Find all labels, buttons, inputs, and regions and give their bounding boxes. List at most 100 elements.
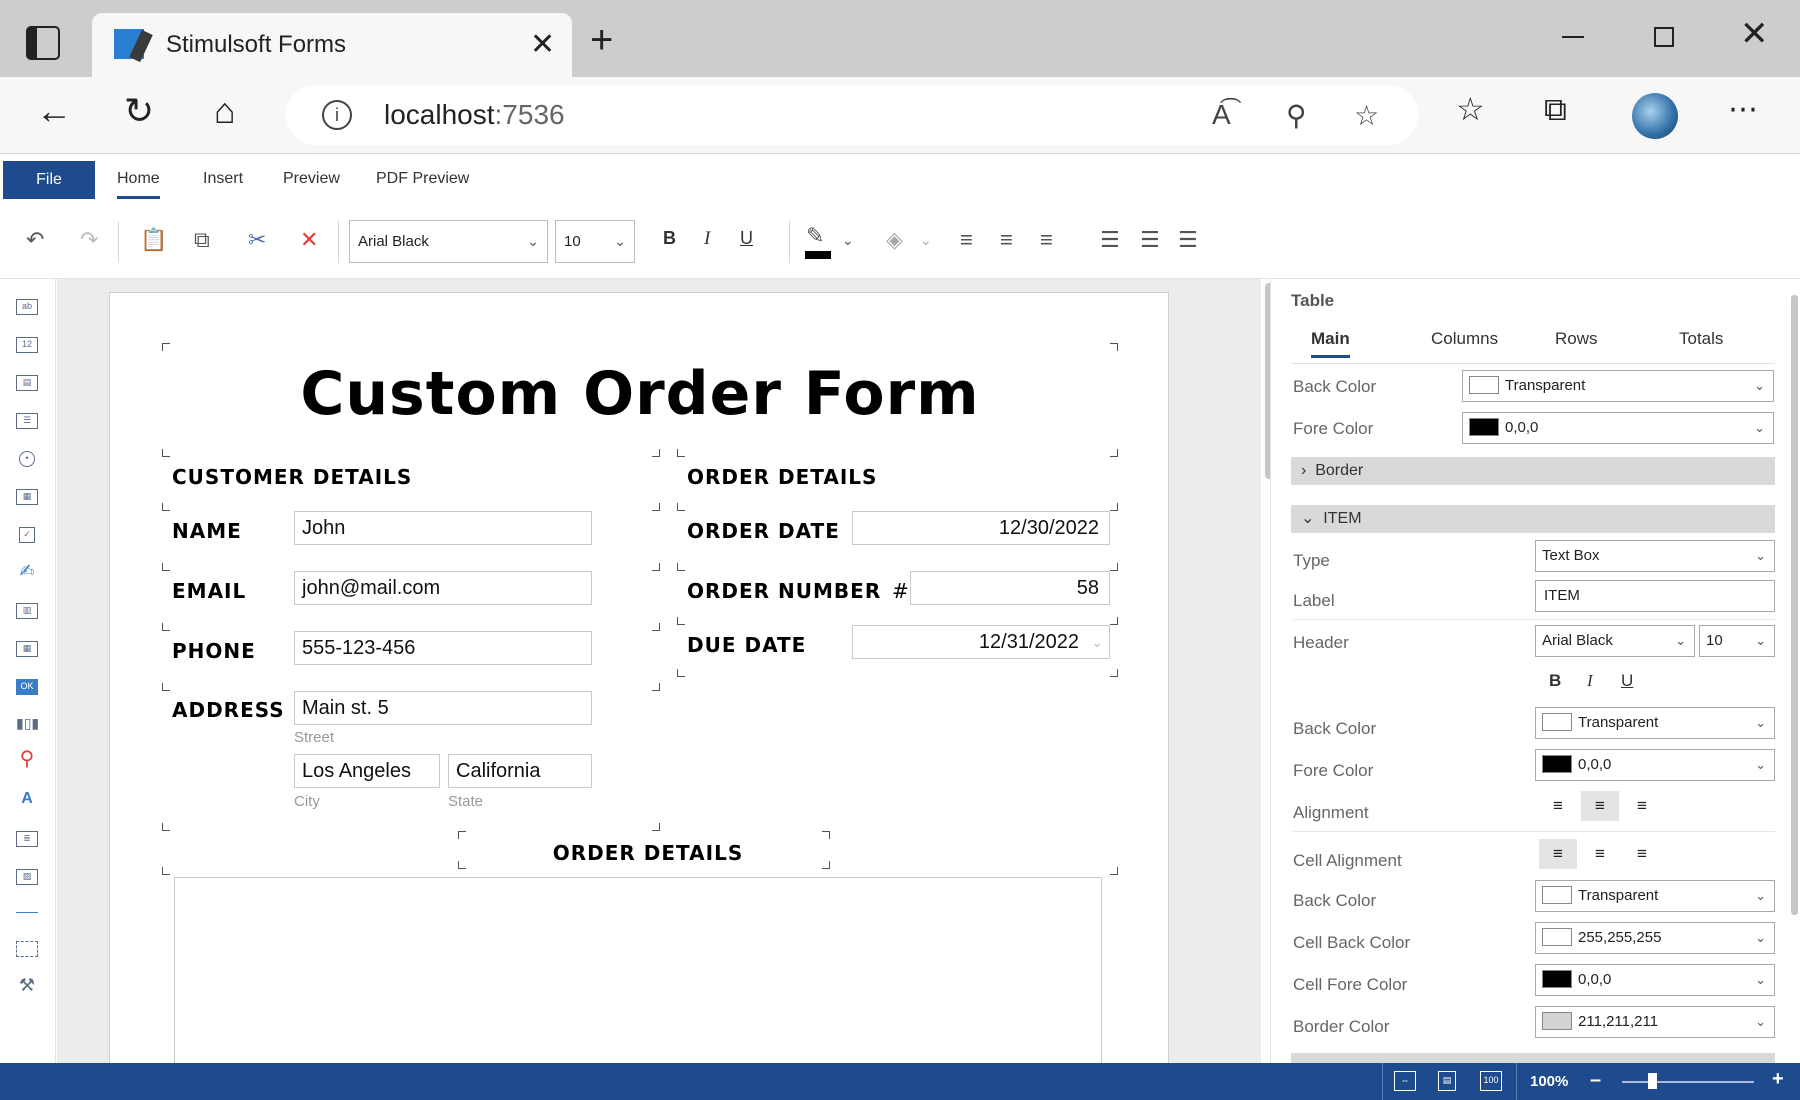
delete-icon[interactable]: ✕ bbox=[300, 229, 318, 251]
align-right-icon[interactable]: ≡ bbox=[1040, 229, 1053, 251]
design-canvas[interactable]: Custom Order Form CUSTOMER DETAILS ORDER… bbox=[57, 279, 1261, 1063]
form-title[interactable]: Custom Order Form bbox=[110, 359, 1170, 429]
textbox-component-icon[interactable]: ab bbox=[16, 299, 38, 315]
cell-fore-color-select[interactable]: 0,0,0 ⌄ bbox=[1535, 964, 1775, 996]
header-size-select[interactable]: 10 ⌄ bbox=[1699, 625, 1775, 657]
header-align-left-icon[interactable]: ≡ bbox=[1539, 791, 1577, 821]
cell-back-select[interactable]: Transparent ⌄ bbox=[1535, 880, 1775, 912]
add-favorite-icon[interactable]: ☆ bbox=[1354, 99, 1379, 132]
header-fore-color-select[interactable]: 0,0,0 ⌄ bbox=[1535, 749, 1775, 781]
list-component-icon[interactable]: ☰ bbox=[16, 413, 38, 429]
line-component-icon[interactable] bbox=[16, 912, 38, 914]
type-select[interactable]: Text Box ⌄ bbox=[1535, 540, 1775, 572]
combobox-component-icon[interactable]: ▦ bbox=[16, 489, 38, 505]
name-field[interactable]: John bbox=[294, 511, 592, 545]
url-text[interactable]: localhost:7536 bbox=[384, 99, 565, 131]
font-family-select[interactable]: Arial Black ⌄ bbox=[349, 220, 548, 263]
fore-color-icon[interactable]: ✎ bbox=[806, 225, 824, 247]
header-align-right-icon[interactable]: ≡ bbox=[1623, 791, 1661, 821]
tab-columns[interactable]: Columns bbox=[1431, 329, 1498, 349]
valign-top-icon[interactable]: ☰ bbox=[1100, 229, 1120, 251]
home-icon[interactable]: ⌂ bbox=[214, 93, 236, 129]
maximize-icon[interactable] bbox=[1654, 27, 1674, 47]
header-bold-button[interactable]: B bbox=[1549, 671, 1561, 691]
header-align-center-icon[interactable]: ≡ bbox=[1581, 791, 1619, 821]
undo-icon[interactable]: ↶ bbox=[26, 229, 44, 251]
order-date-field[interactable]: 12/30/2022 bbox=[852, 511, 1110, 545]
order-table[interactable] bbox=[174, 877, 1102, 1063]
due-date-picker[interactable]: 12/31/2022 ⌄ bbox=[852, 625, 1110, 659]
radio-component-icon[interactable]: • bbox=[19, 451, 35, 467]
fore-color-select[interactable]: 0,0,0 ⌄ bbox=[1462, 412, 1774, 444]
item-group-header[interactable]: ⌄ ITEM bbox=[1291, 505, 1775, 533]
profile-avatar[interactable] bbox=[1632, 93, 1678, 139]
chevron-down-icon[interactable]: ⌄ bbox=[920, 233, 932, 247]
tab-totals[interactable]: Totals bbox=[1679, 329, 1723, 349]
header-back-color-select[interactable]: Transparent ⌄ bbox=[1535, 707, 1775, 739]
phone-field[interactable]: 555-123-456 bbox=[294, 631, 592, 665]
rich-text-component-icon[interactable]: ≣ bbox=[16, 831, 38, 847]
chevron-down-icon[interactable]: ⌄ bbox=[842, 233, 854, 247]
next-group-header[interactable] bbox=[1291, 1053, 1775, 1063]
cell-align-center-icon[interactable]: ≡ bbox=[1581, 839, 1619, 869]
grid-component-icon[interactable]: ▥ bbox=[16, 603, 38, 619]
redo-icon[interactable]: ↷ bbox=[80, 229, 98, 251]
number-box-component-icon[interactable]: 12 bbox=[16, 337, 38, 353]
zoom-slider[interactable] bbox=[1622, 1081, 1754, 1083]
underline-button[interactable]: U bbox=[740, 229, 753, 247]
font-size-select[interactable]: 10 ⌄ bbox=[555, 220, 635, 263]
table-component-icon[interactable]: ▤ bbox=[16, 375, 38, 391]
actual-size-icon[interactable]: 100 bbox=[1480, 1071, 1502, 1091]
italic-button[interactable]: I bbox=[704, 229, 710, 248]
order-number-field[interactable]: 58 bbox=[910, 571, 1110, 605]
collections-icon[interactable]: ⧉ bbox=[1544, 93, 1567, 125]
street-field[interactable]: Main st. 5 bbox=[294, 691, 592, 725]
fill-color-icon[interactable]: ◈ bbox=[886, 229, 903, 251]
window-close-icon[interactable]: ✕ bbox=[1740, 14, 1769, 54]
zoom-out-button[interactable]: – bbox=[1590, 1069, 1601, 1092]
tab-pdf-preview[interactable]: PDF Preview bbox=[376, 170, 469, 188]
order-details-table-heading[interactable]: ORDER DETAILS bbox=[466, 841, 830, 865]
state-field[interactable]: California bbox=[448, 754, 592, 788]
copy-icon[interactable]: ⧉ bbox=[194, 229, 210, 251]
address-bar[interactable]: i localhost:7536 A͡ ⚲ ☆ bbox=[286, 85, 1418, 145]
chevron-down-icon[interactable]: ⌄ bbox=[1091, 626, 1103, 658]
panel-component-icon[interactable] bbox=[16, 941, 38, 957]
zoom-in-button[interactable]: + bbox=[1772, 1068, 1784, 1091]
label-input[interactable]: ITEM bbox=[1535, 580, 1775, 612]
tab-home[interactable]: Home bbox=[117, 170, 160, 199]
button-component-icon[interactable]: OK bbox=[16, 679, 38, 695]
checkbox-component-icon[interactable]: ✓ bbox=[19, 527, 35, 543]
border-group-header[interactable]: › Border bbox=[1291, 457, 1775, 485]
file-button[interactable]: File bbox=[3, 161, 95, 199]
align-center-icon[interactable]: ≡ bbox=[1000, 229, 1013, 251]
cell-align-left-icon[interactable]: ≡ bbox=[1539, 839, 1577, 869]
city-field[interactable]: Los Angeles bbox=[294, 754, 440, 788]
signature-component-icon[interactable]: ✍ bbox=[16, 562, 38, 581]
header-font-select[interactable]: Arial Black ⌄ bbox=[1535, 625, 1695, 657]
fit-width-icon[interactable]: ⇔ bbox=[1394, 1071, 1416, 1091]
tab-rows[interactable]: Rows bbox=[1555, 329, 1598, 349]
back-color-select[interactable]: Transparent ⌄ bbox=[1462, 370, 1774, 402]
panel-scrollbar[interactable] bbox=[1791, 295, 1798, 915]
text-component-icon[interactable]: A bbox=[16, 791, 38, 809]
tab-insert[interactable]: Insert bbox=[203, 170, 243, 188]
image-component-icon[interactable]: ▨ bbox=[16, 869, 38, 885]
more-options-icon[interactable]: ⋯ bbox=[1728, 95, 1758, 125]
fit-page-icon[interactable]: ▤ bbox=[1438, 1071, 1456, 1091]
cell-align-right-icon[interactable]: ≡ bbox=[1623, 839, 1661, 869]
cell-back-color-select[interactable]: 255,255,255 ⌄ bbox=[1535, 922, 1775, 954]
paste-icon[interactable]: 📋 bbox=[140, 229, 167, 251]
zoom-slider-thumb[interactable] bbox=[1648, 1073, 1657, 1089]
map-pin-component-icon[interactable]: ⚲ bbox=[16, 749, 38, 769]
align-left-icon[interactable]: ≡ bbox=[960, 229, 973, 251]
tab-main[interactable]: Main bbox=[1311, 329, 1350, 358]
bold-button[interactable]: B bbox=[663, 229, 676, 247]
header-underline-button[interactable]: U bbox=[1621, 671, 1633, 691]
email-field[interactable]: john@mail.com bbox=[294, 571, 592, 605]
refresh-icon[interactable]: ↻ bbox=[124, 93, 154, 129]
back-arrow-icon[interactable]: ← bbox=[36, 93, 72, 129]
cut-icon[interactable]: ✂ bbox=[248, 229, 266, 251]
valign-bottom-icon[interactable]: ☰ bbox=[1178, 229, 1198, 251]
valign-middle-icon[interactable]: ☰ bbox=[1140, 229, 1160, 251]
